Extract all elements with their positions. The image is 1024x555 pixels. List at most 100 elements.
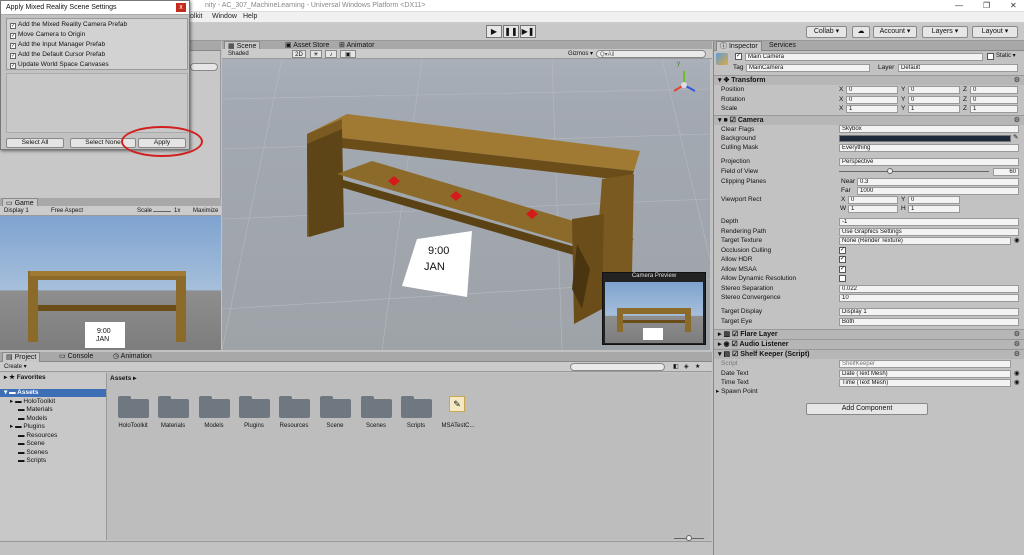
close-icon[interactable]: x	[176, 3, 186, 12]
checkbox-icon[interactable]: ✓	[10, 53, 16, 59]
minimize-button[interactable]: —	[955, 1, 963, 10]
cloud-icon[interactable]: ☁	[852, 26, 870, 38]
scale-slider[interactable]	[153, 211, 171, 212]
tab-project[interactable]: ▤ Project	[2, 352, 41, 362]
option-default-cursor[interactable]: ✓ Add the Default Cursor Prefab	[10, 50, 105, 59]
close-window-button[interactable]: ✕	[1010, 1, 1017, 10]
folder-icon[interactable]	[279, 396, 310, 418]
object-name-field[interactable]: Main Camera	[745, 53, 983, 61]
rect-h[interactable]: 1	[908, 205, 960, 213]
active-checkbox[interactable]: ✓	[735, 53, 742, 60]
folder-icon[interactable]	[401, 396, 432, 418]
allow-msaa-checkbox[interactable]: ✓	[839, 266, 846, 273]
game-viewport[interactable]: 9:00 JAN	[0, 216, 221, 350]
tree-models[interactable]: ▬ Models	[18, 415, 47, 423]
tab-inspector[interactable]: ⓘ Inspector	[716, 41, 762, 51]
pause-button[interactable]: ❚❚	[503, 25, 519, 38]
filter-label-icon[interactable]: ◈	[684, 363, 689, 371]
shading-dropdown[interactable]: Shaded	[228, 50, 249, 58]
favorites-node[interactable]: ▸ ★ Favorites	[4, 374, 46, 382]
far-field[interactable]: 1000	[857, 187, 1019, 195]
layer-dropdown[interactable]: Default	[898, 64, 1018, 72]
assets-node[interactable]: ▾ ▬ Assets	[4, 389, 38, 397]
audio-icon[interactable]: ♪	[325, 50, 337, 58]
rect-x[interactable]: 0	[848, 196, 898, 204]
static-checkbox[interactable]	[987, 53, 994, 60]
allow-dynamic-resolution-checkbox[interactable]	[839, 275, 846, 282]
object-picker-icon[interactable]: ◉	[1014, 369, 1020, 378]
project-search[interactable]	[570, 363, 665, 371]
clear-flags-dropdown[interactable]: Skybox	[839, 125, 1019, 133]
scene-file-icon[interactable]: ✎	[449, 396, 465, 412]
rect-y[interactable]: 0	[908, 196, 960, 204]
projection-dropdown[interactable]: Perspective	[839, 158, 1019, 166]
date-text-field[interactable]: Date (Text Mesh)	[839, 370, 1011, 378]
option-camera-origin[interactable]: ✓ Move Camera to Origin	[10, 30, 85, 39]
depth-field[interactable]: -1	[839, 218, 1019, 226]
folder-icon[interactable]	[118, 396, 149, 418]
favorite-star-icon[interactable]: ★	[695, 363, 700, 371]
layout-dropdown[interactable]: Layout ▾	[972, 26, 1018, 38]
object-picker-icon[interactable]: ◉	[1014, 378, 1020, 387]
flare-layer-header[interactable]: ▸ ▥ ☑ Flare Layer ⚙	[714, 329, 1024, 339]
near-field[interactable]: 0.3	[857, 178, 1019, 186]
rotation-z[interactable]: 0	[970, 96, 1018, 104]
time-text-field[interactable]: Time (Text Mesh)	[839, 379, 1011, 387]
rendering-path-dropdown[interactable]: Use Graphics Settings	[839, 228, 1019, 236]
option-camera-prefab[interactable]: ✓ Add the Mixed Reality Camera Prefab	[10, 20, 127, 29]
option-world-canvases[interactable]: ✓ Update World Space Canvases	[10, 60, 109, 69]
display-dropdown[interactable]: Display 1	[4, 207, 29, 215]
allow-hdr-checkbox[interactable]: ✓	[839, 256, 846, 263]
filter-type-icon[interactable]: ◧	[673, 363, 679, 371]
rect-w[interactable]: 1	[848, 205, 898, 213]
menu-help[interactable]: Help	[243, 13, 257, 20]
audio-listener-header[interactable]: ▸ ◉ ☑ Audio Listener ⚙	[714, 339, 1024, 349]
rotation-y[interactable]: 0	[908, 96, 960, 104]
scale-y[interactable]: 1	[908, 105, 960, 113]
target-texture-field[interactable]: None (Render Texture)	[839, 237, 1011, 245]
tree-scripts[interactable]: ▬ Scripts	[18, 457, 46, 465]
culling-mask-dropdown[interactable]: Everything	[839, 144, 1019, 152]
menu-holotoolkit[interactable]: olkit	[190, 13, 202, 20]
create-dropdown[interactable]: Create ▾	[4, 363, 27, 371]
folder-icon[interactable]	[239, 396, 270, 418]
maximize-toggle[interactable]: Maximize	[193, 207, 218, 215]
tag-dropdown[interactable]: MainCamera	[746, 64, 870, 72]
position-y[interactable]: 0	[908, 86, 960, 94]
maximize-button[interactable]: ❐	[983, 1, 990, 10]
checkbox-icon[interactable]: ✓	[10, 33, 16, 39]
play-button[interactable]: ▶	[486, 25, 502, 38]
select-all-button[interactable]: Select All	[6, 138, 64, 148]
background-color-swatch[interactable]	[839, 135, 1011, 142]
tree-resources[interactable]: ▬ Resources	[18, 432, 57, 440]
rotation-x[interactable]: 0	[846, 96, 898, 104]
tab-console[interactable]: ▭ Console	[56, 352, 96, 362]
hierarchy-search[interactable]	[190, 63, 218, 71]
stereo-convergence-field[interactable]: 10	[839, 294, 1019, 302]
target-eye-dropdown[interactable]: Both	[839, 318, 1019, 326]
gear-icon[interactable]: ⚙	[1014, 350, 1020, 360]
2d-toggle[interactable]: 2D	[292, 50, 306, 58]
checkbox-icon[interactable]: ✓	[10, 43, 16, 49]
gizmos-dropdown[interactable]: Gizmos ▾	[568, 50, 593, 58]
fov-slider-handle[interactable]	[887, 168, 893, 174]
transform-header[interactable]: ▾ ✥ Transform ⚙	[714, 75, 1024, 85]
folder-icon[interactable]	[199, 396, 230, 418]
gear-icon[interactable]: ⚙	[1014, 76, 1020, 86]
menu-window[interactable]: Window	[212, 13, 237, 20]
stereo-separation-field[interactable]: 0.022	[839, 285, 1019, 293]
static-dropdown[interactable]: Static ▾	[996, 52, 1016, 61]
tree-scene[interactable]: ▬ Scene	[18, 440, 45, 448]
eyedropper-icon[interactable]: ✎	[1013, 133, 1018, 142]
position-z[interactable]: 0	[970, 86, 1018, 94]
folder-icon[interactable]	[158, 396, 189, 418]
target-display-dropdown[interactable]: Display 1	[839, 308, 1019, 316]
occlusion-culling-checkbox[interactable]: ✓	[839, 247, 846, 254]
tree-materials[interactable]: ▬ Materials	[18, 406, 53, 414]
checkbox-icon[interactable]: ✓	[10, 63, 16, 69]
tree-plugins[interactable]: ▸ ▬ Plugins	[10, 423, 45, 431]
object-picker-icon[interactable]: ◉	[1014, 236, 1020, 245]
account-dropdown[interactable]: Account ▾	[873, 26, 917, 38]
tree-scenes[interactable]: ▬ Scenes	[18, 449, 48, 457]
folder-icon[interactable]	[320, 396, 351, 418]
